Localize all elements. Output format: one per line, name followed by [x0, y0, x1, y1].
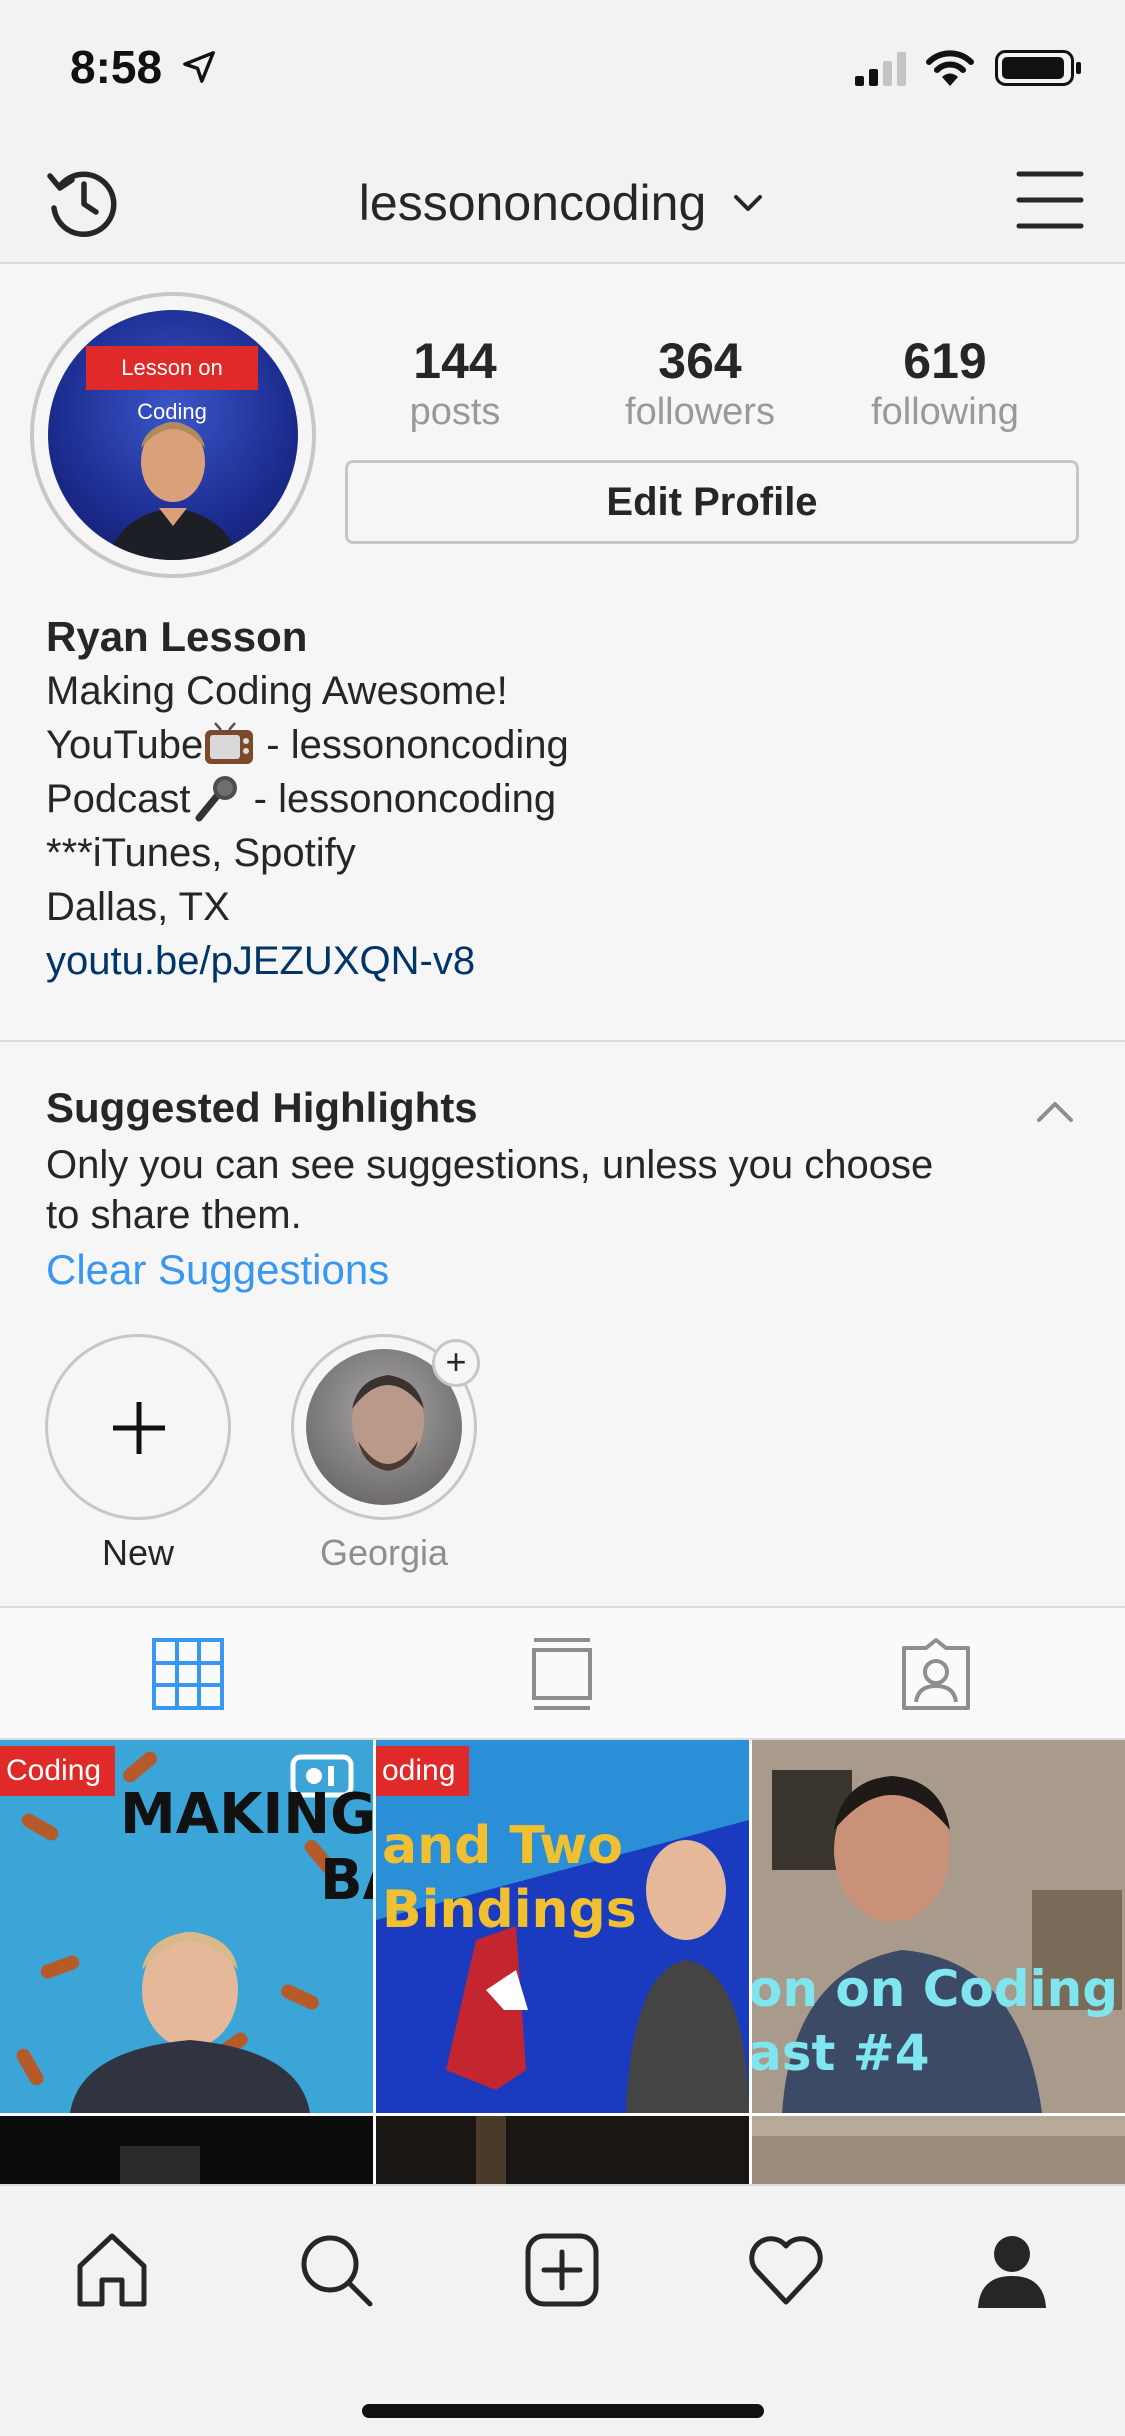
bio-podcast-prefix: Podcast	[46, 777, 191, 821]
feed-icon[interactable]	[524, 1636, 600, 1712]
post-tile[interactable]: oding and Two Bindings	[376, 1740, 749, 2113]
highlight-new-circle	[45, 1334, 231, 1520]
activity-heart-icon[interactable]	[746, 2230, 826, 2310]
clear-suggestions-link[interactable]: Clear Suggestions	[46, 1246, 389, 1294]
microphone-icon	[195, 776, 237, 822]
post-text: Bindings	[382, 1880, 637, 1940]
stat-value: 364	[658, 333, 742, 389]
post-tag: Coding	[0, 1746, 116, 1796]
post-thumbnail	[752, 2116, 1125, 2184]
bio-location: Dallas, TX	[46, 885, 230, 929]
avatar[interactable]: Lesson on Coding	[30, 292, 316, 578]
highlight-label: Georgia	[319, 1532, 449, 1573]
edit-profile-button[interactable]: Edit Profile	[345, 460, 1079, 544]
profile-section: Lesson on Coding 144 posts 364 followers…	[0, 264, 1125, 1042]
username-switcher[interactable]: lessononcoding	[0, 170, 1125, 232]
bottom-nav	[0, 2184, 1125, 2436]
suggested-highlights: Suggested Highlights Only you can see su…	[0, 1042, 1125, 1608]
plus-icon	[113, 1402, 165, 1454]
bio-youtube-prefix: YouTube	[46, 723, 204, 767]
stat-label: following	[871, 391, 1019, 433]
bio-podcast-suffix: - lessononcoding	[242, 777, 557, 821]
stat-label: followers	[625, 391, 775, 433]
post-tile[interactable]: Coding MAKING IT BA	[0, 1740, 373, 2113]
profile-header: lessononcoding	[0, 132, 1125, 264]
television-icon	[205, 722, 254, 764]
stat-value: 619	[903, 333, 987, 389]
chevron-down-icon	[734, 194, 763, 211]
menu-icon[interactable]	[1015, 168, 1085, 232]
post-tile[interactable]	[752, 2116, 1125, 2184]
location-arrow-icon	[183, 51, 215, 83]
bio: Ryan Lesson Making Coding Awesome! YouTu…	[46, 610, 1086, 988]
home-icon[interactable]	[72, 2230, 152, 2310]
grid-icon[interactable]	[150, 1636, 226, 1712]
battery-icon	[995, 50, 1081, 86]
tagged-icon[interactable]	[898, 1636, 974, 1712]
post-text: and Two	[382, 1816, 623, 1876]
bio-line: ***iTunes, Spotify	[46, 831, 356, 875]
post-text: BA	[320, 1848, 373, 1913]
post-text: MAKING IT	[120, 1782, 373, 1847]
post-thumbnail	[0, 2116, 373, 2184]
stat-following[interactable]: 619 following	[835, 332, 1055, 434]
highlight-georgia[interactable]: + Georgia	[284, 1334, 484, 1574]
signal-icon	[855, 52, 906, 86]
highlights-title: Suggested Highlights	[46, 1084, 478, 1131]
home-indicator[interactable]	[362, 2404, 764, 2418]
post-text: on on Coding	[752, 1960, 1119, 2018]
bio-link[interactable]: youtu.be/pJEZUXQN-v8	[46, 934, 1086, 988]
post-thumbnail	[376, 2116, 749, 2184]
bio-line-youtube: YouTube - lessononcoding	[46, 718, 1086, 772]
stat-posts[interactable]: 144 posts	[345, 332, 565, 434]
avatar-tag: Lesson on Coding	[86, 346, 258, 424]
add-post-icon[interactable]	[522, 2230, 602, 2310]
highlight-label: New	[101, 1532, 175, 1573]
highlight-georgia-circle: +	[291, 1334, 480, 1520]
highlights-description: Only you can see suggestions, unless you…	[46, 1143, 934, 1237]
highlight-new[interactable]: New	[38, 1334, 238, 1574]
status-time: 8:58	[70, 41, 163, 93]
username: lessononcoding	[358, 174, 707, 231]
post-tile[interactable]	[376, 2116, 749, 2184]
profile-stats: 144 posts 364 followers 619 following	[345, 332, 1095, 434]
post-grid: Coding MAKING IT BA oding and Two Bindin…	[0, 1740, 1125, 2184]
stat-value: 144	[413, 333, 497, 389]
bio-youtube-suffix: - lessononcoding	[255, 723, 569, 767]
post-tile[interactable]	[0, 2116, 373, 2184]
add-highlight-icon[interactable]: +	[432, 1339, 480, 1387]
bio-line-podcast: Podcast - lessononcoding	[46, 772, 1086, 826]
status-indicators	[855, 50, 1081, 86]
avatar-photo: Lesson on Coding	[48, 310, 298, 560]
post-text: ast #4	[752, 2024, 930, 2082]
avatar-person	[106, 422, 240, 560]
status-bar: 8:58	[0, 0, 1125, 132]
profile-icon[interactable]	[972, 2230, 1052, 2310]
profile-tabs	[0, 1608, 1125, 1740]
stat-label: posts	[409, 391, 501, 433]
post-tile[interactable]: on on Coding ast #4	[752, 1740, 1125, 2113]
full-name: Ryan Lesson	[46, 613, 308, 660]
search-icon[interactable]	[296, 2230, 376, 2310]
wifi-icon	[926, 50, 974, 86]
stat-followers[interactable]: 364 followers	[590, 332, 810, 434]
bio-line: Making Coding Awesome!	[46, 669, 508, 713]
post-tag: oding	[376, 1746, 470, 1796]
chevron-up-icon[interactable]	[1033, 1098, 1077, 1126]
